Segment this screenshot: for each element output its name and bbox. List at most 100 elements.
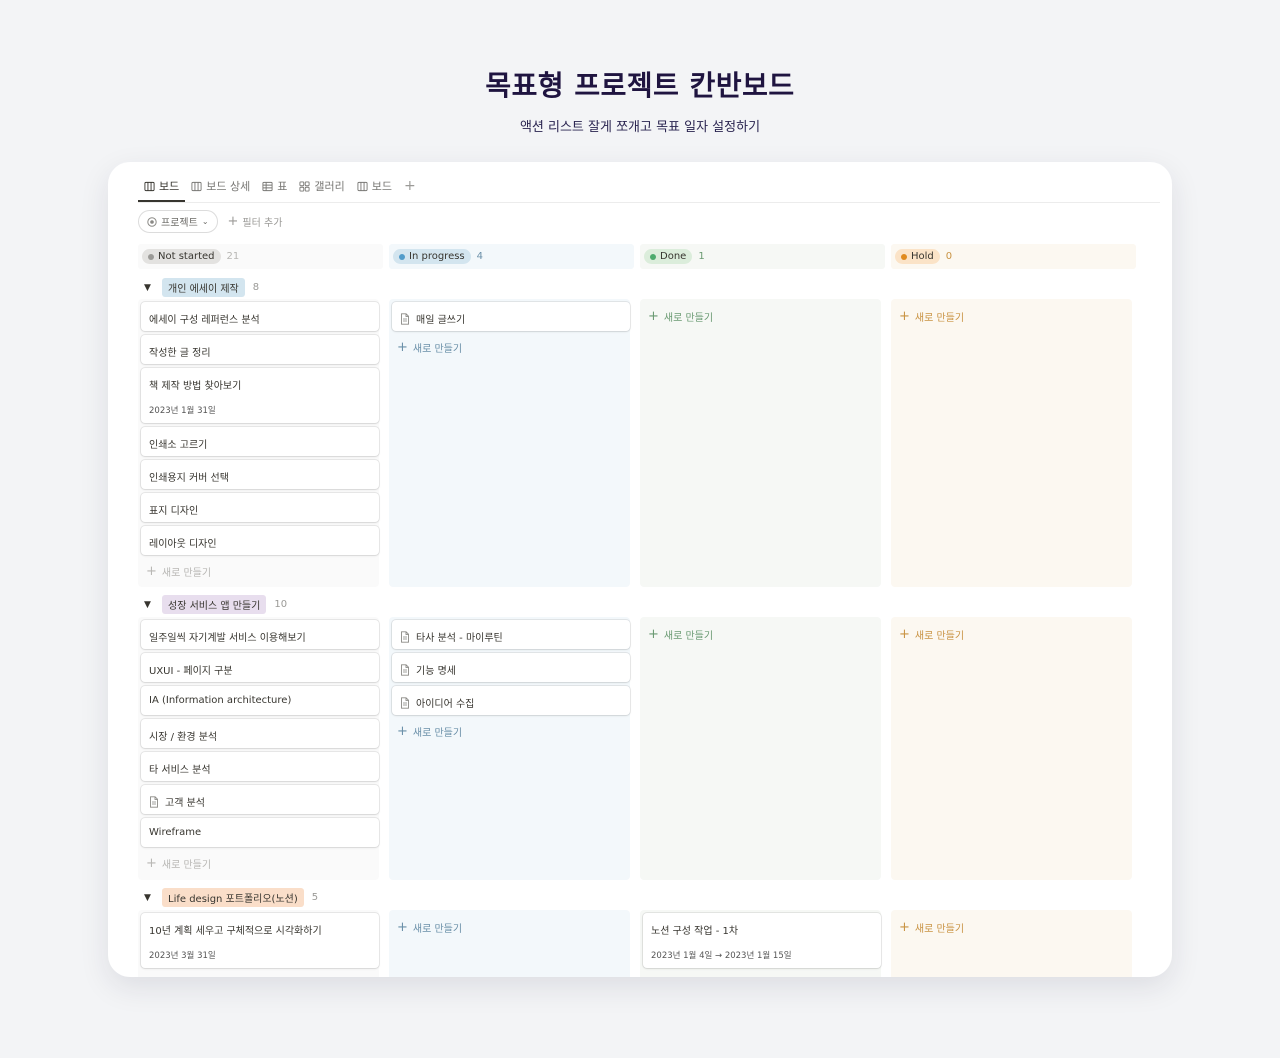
tab-label: 보드 — [371, 180, 392, 193]
filter-bar: 프로젝트 ⌄ + 필터 추가 — [138, 210, 282, 233]
card[interactable]: 10년 계획 세우고 구체적으로 시각화하기 2023년 3월 31일 — [141, 913, 379, 968]
card[interactable]: 타 서비스 분석 — [141, 752, 379, 781]
status-label: In progress — [409, 251, 465, 262]
view-tabs: 보드 보드 상세 표 갤러리 보드 + — [138, 176, 1160, 203]
project-filter-chip[interactable]: 프로젝트 ⌄ — [138, 210, 218, 233]
page-icon — [400, 630, 410, 643]
new-card-label: 새로 만들기 — [161, 860, 212, 871]
tab-view-1[interactable]: 보드 상세 — [185, 177, 256, 202]
card[interactable]: 레이아웃 디자인 — [141, 526, 379, 555]
new-card-button[interactable]: + 새로 만들기 — [146, 855, 212, 872]
gallery-icon — [299, 180, 310, 192]
new-card-label: 새로 만들기 — [663, 631, 714, 642]
card[interactable]: 인쇄소 고르기 — [141, 427, 379, 456]
tab-label: 갤러리 — [314, 180, 345, 193]
card[interactable]: 인쇄용지 커버 선택 — [141, 460, 379, 489]
card[interactable]: Wireframe — [141, 818, 379, 847]
collapse-triangle-icon[interactable]: ▼ — [144, 893, 154, 903]
card[interactable]: IA (Information architecture) — [141, 686, 379, 715]
card-title: 에세이 구성 레퍼런스 분석 — [149, 315, 260, 326]
tab-label: 보드 — [159, 180, 180, 193]
tab-view-2[interactable]: 표 — [256, 177, 293, 202]
card[interactable]: 노션 구성 작업 - 1차 2023년 1월 4일 → 2023년 1월 15일 — [643, 913, 881, 968]
page-title: 목표형 프로젝트 칸반보드 — [485, 69, 795, 102]
page-icon — [149, 795, 159, 808]
plus-icon: + — [146, 855, 157, 871]
status-pill: In progress — [393, 249, 471, 264]
plus-icon: + — [899, 308, 910, 324]
column-header-in-progress: In progress 4 — [389, 244, 634, 269]
new-card-button[interactable]: + 새로 만들기 — [648, 309, 714, 325]
add-view-button[interactable]: + — [398, 178, 422, 202]
card-title: 시장 / 환경 분석 — [149, 732, 218, 743]
card[interactable]: 기능 명세 — [392, 653, 630, 682]
card[interactable]: 시장 / 환경 분석 — [141, 719, 379, 748]
new-card-label: 새로 만들기 — [663, 313, 714, 324]
card-title: 책 제작 방법 찾아보기 — [149, 381, 242, 392]
card-title: 레이아웃 디자인 — [149, 539, 217, 550]
card-title-row: 책 제작 방법 찾아보기 — [149, 377, 371, 392]
new-card-button[interactable]: + 새로 만들기 — [397, 920, 462, 936]
card-title: UXUI - 페이지 구분 — [149, 666, 233, 677]
card-title: 타사 분석 - 마이루틴 — [416, 633, 503, 644]
card-title: 타 서비스 분석 — [149, 765, 211, 776]
group-header[interactable]: ▼ 성장 서비스 앱 만들기 10 — [144, 595, 287, 614]
tab-view-0[interactable]: 보드 — [138, 177, 186, 202]
page-icon — [400, 696, 410, 709]
group-header[interactable]: ▼ Life design 포트폴리오(노션) 5 — [144, 888, 318, 907]
new-card-label: 새로 만들기 — [914, 924, 965, 935]
card[interactable]: 일주일씩 자기계발 서비스 이용해보기 — [141, 620, 379, 649]
new-card-label: 새로 만들기 — [412, 344, 463, 355]
status-label: Hold — [911, 251, 934, 262]
new-card-label: 새로 만들기 — [412, 728, 463, 739]
card-title-row: Wireframe — [149, 827, 371, 838]
status-dot — [399, 253, 405, 260]
new-card-button[interactable]: + 새로 만들기 — [899, 920, 965, 936]
card-title-row: 노션 구성 작업 - 1차 — [651, 922, 873, 937]
card[interactable]: 책 제작 방법 찾아보기 2023년 1월 31일 — [141, 368, 379, 423]
new-card-button[interactable]: + 새로 만들기 — [648, 627, 714, 643]
card[interactable]: UXUI - 페이지 구분 — [141, 653, 379, 682]
new-card-button[interactable]: + 새로 만들기 — [899, 626, 964, 643]
status-pill: Done — [644, 249, 693, 264]
status-pill: Not started — [142, 249, 221, 264]
new-card-label: 새로 만들기 — [161, 568, 212, 579]
add-filter-button[interactable]: + 필터 추가 — [228, 214, 283, 229]
card-title-row: 인쇄소 고르기 — [149, 436, 371, 451]
card[interactable]: 표지 디자인 — [141, 493, 379, 522]
column-count: 21 — [226, 251, 240, 262]
card-date: 2023년 1월 31일 — [149, 406, 216, 416]
card[interactable]: 타사 분석 - 마이루틴 — [392, 620, 630, 649]
status-dot — [650, 253, 656, 260]
target-icon — [147, 216, 157, 227]
group-header[interactable]: ▼ 개인 에세이 제작 8 — [144, 278, 259, 297]
tab-view-3[interactable]: 갤러리 — [293, 177, 350, 202]
plus-icon: + — [146, 563, 157, 579]
new-card-button[interactable]: + 새로 만들기 — [899, 308, 965, 325]
card[interactable]: 고객 분석 — [141, 785, 379, 814]
plus-icon: + — [899, 626, 910, 642]
group-tag: Life design 포트폴리오(노션) — [162, 888, 304, 907]
kanban-board-frame: 보드 보드 상세 표 갤러리 보드 + 프로젝트 ⌄ + 필터 추가 Not starte… — [108, 162, 1172, 977]
collapse-triangle-icon[interactable]: ▼ — [144, 283, 154, 293]
new-card-button[interactable]: + 새로 만들기 — [146, 563, 212, 580]
card[interactable]: 에세이 구성 레퍼런스 분석 — [141, 302, 379, 331]
tab-label: 보드 상세 — [206, 180, 251, 193]
new-card-button[interactable]: + 새로 만들기 — [397, 340, 463, 356]
card[interactable]: 매일 글쓰기 — [392, 302, 630, 331]
column-header-hold: Hold 0 — [891, 244, 1136, 269]
group-tag: 성장 서비스 앱 만들기 — [162, 595, 267, 614]
new-card-button[interactable]: + 새로 만들기 — [397, 724, 463, 740]
card-title-row: 작성한 글 정리 — [149, 344, 371, 359]
tab-view-4[interactable]: 보드 — [351, 177, 398, 202]
card-title-row: 표지 디자인 — [149, 502, 371, 517]
lane-done — [640, 617, 881, 880]
new-card-label: 새로 만들기 — [914, 313, 965, 324]
card[interactable]: 아이디어 수집 — [392, 686, 630, 715]
collapse-triangle-icon[interactable]: ▼ — [144, 600, 154, 610]
card[interactable]: 작성한 글 정리 — [141, 335, 379, 364]
card-title: 아이디어 수집 — [416, 699, 475, 710]
hero: 목표형 프로젝트 칸반보드 액션 리스트 잘게 쪼개고 목표 일자 설정하기 — [0, 0, 1280, 135]
status-dot — [901, 253, 907, 260]
column-count: 1 — [698, 251, 705, 262]
